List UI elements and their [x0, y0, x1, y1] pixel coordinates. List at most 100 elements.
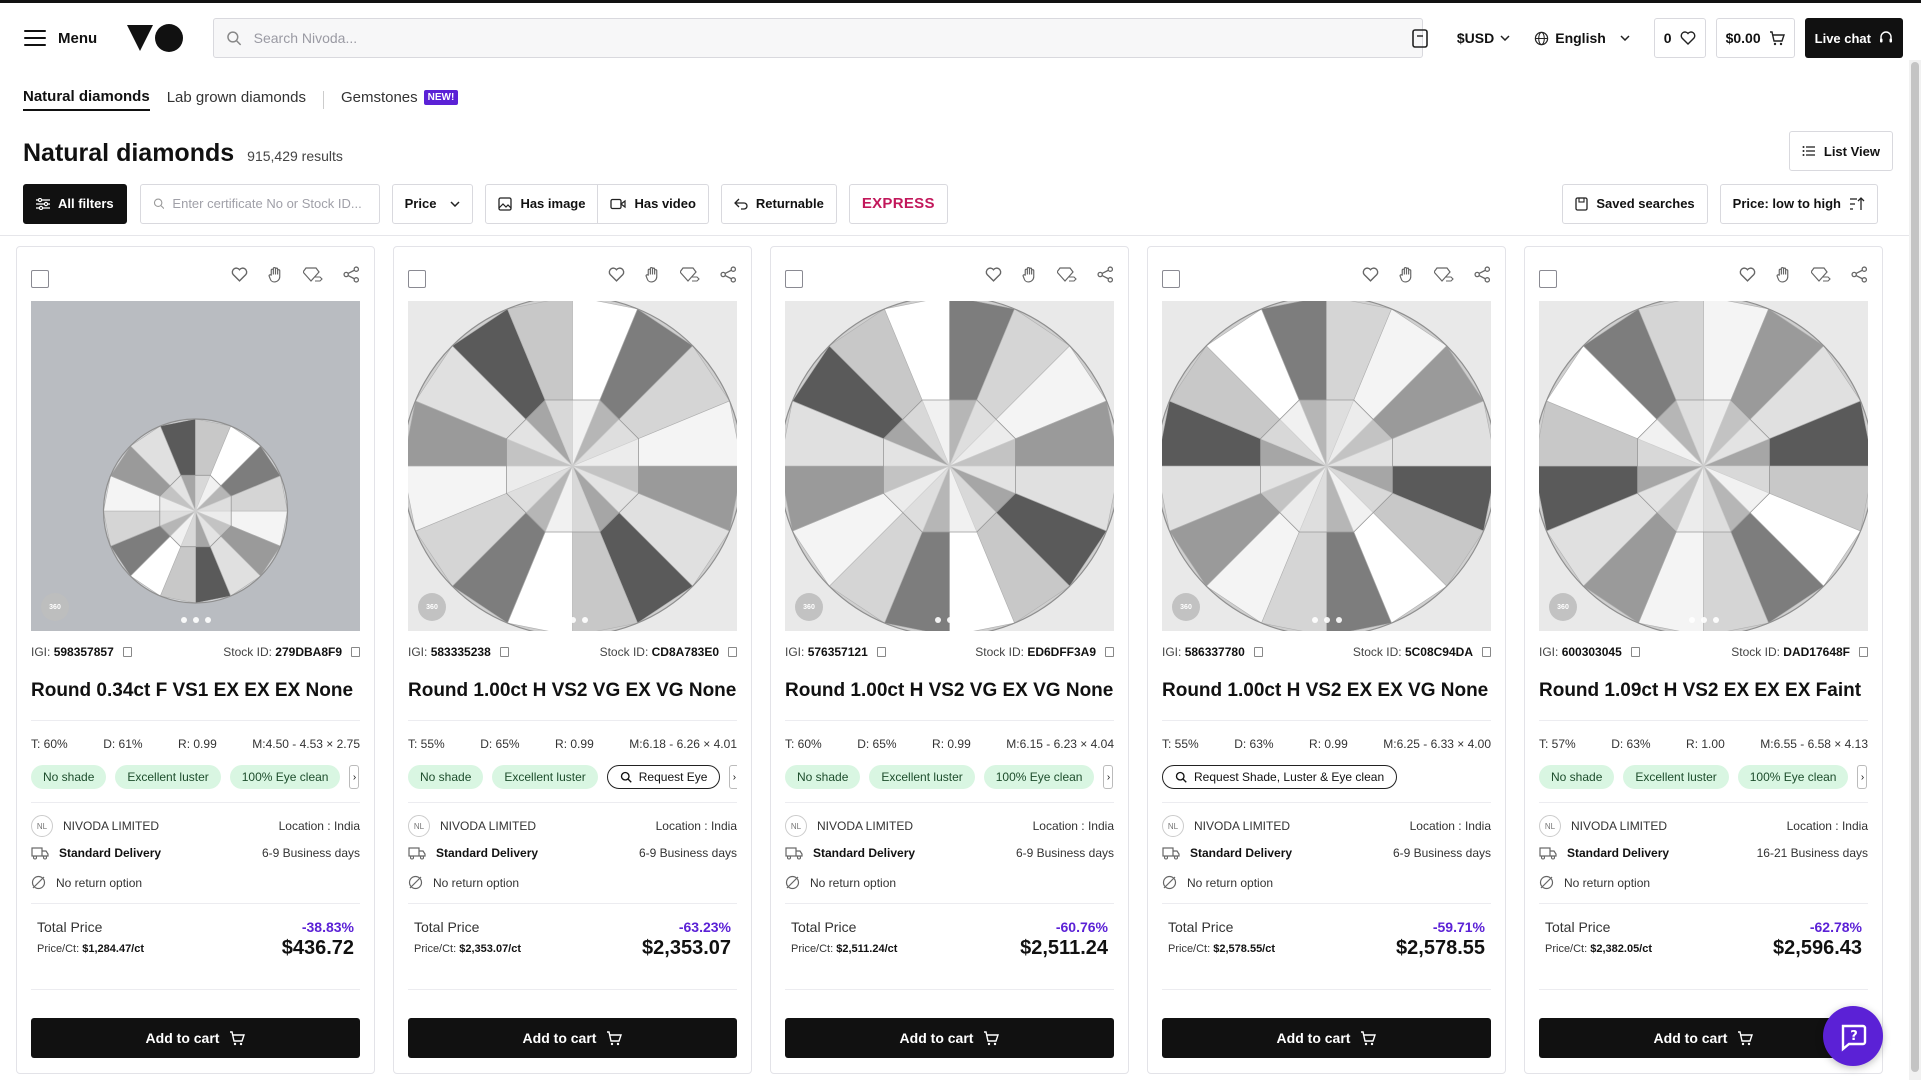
all-filters-button[interactable]: All filters	[23, 183, 127, 224]
hand-hold-icon[interactable]	[1022, 266, 1037, 283]
nivoda-logo[interactable]	[127, 22, 185, 54]
divider	[1539, 802, 1868, 803]
wishlist-button[interactable]: 0	[1653, 18, 1706, 58]
express-filter[interactable]: EXPRESS	[848, 183, 948, 224]
copy-icon[interactable]	[1105, 647, 1114, 657]
diamond-title[interactable]: Round 1.00ct H VS2 VG EX VG None	[785, 680, 1113, 702]
diamond-title[interactable]: Round 1.09ct H VS2 EX EX EX Faint	[1539, 680, 1861, 702]
help-chat-button[interactable]: ?	[1823, 1006, 1883, 1066]
sort-select[interactable]: Price: low to high	[1719, 183, 1878, 224]
has-image-filter[interactable]: Has image	[485, 183, 599, 224]
saved-searches-button[interactable]: Saved searches	[1562, 183, 1708, 224]
diamond-card[interactable]: 360 IGI: 576357121 Stock ID: ED6DFF3A9 R…	[770, 246, 1129, 1074]
diamond-title[interactable]: Round 0.34ct F VS1 EX EX EX None	[31, 680, 353, 702]
diamond-request-icon[interactable]	[1057, 266, 1077, 282]
search-input[interactable]	[253, 30, 1422, 46]
diamond-image[interactable]: 360	[1162, 301, 1491, 631]
tab-lab-grown-diamonds[interactable]: Lab grown diamonds	[167, 89, 306, 110]
copy-icon[interactable]	[728, 647, 737, 657]
list-view-button[interactable]: List View	[1788, 131, 1893, 171]
hand-hold-icon[interactable]	[645, 266, 660, 283]
request-info-chip[interactable]: Request Eye	[606, 765, 721, 789]
heart-icon[interactable]	[1739, 266, 1756, 282]
share-icon[interactable]	[343, 265, 360, 283]
diamond-title[interactable]: Round 1.00ct H VS2 VG EX VG None	[408, 680, 736, 702]
diamond-card[interactable]: 360 IGI: 600303045 Stock ID: DAD17648F R…	[1524, 246, 1883, 1074]
tab-natural-diamonds[interactable]: Natural diamonds	[23, 88, 150, 111]
copy-icon[interactable]	[876, 647, 886, 657]
copy-icon[interactable]	[1630, 647, 1640, 657]
diamond-specs: T: 55% D: 65% R: 0.99 M:6.18 - 6.26 × 4.…	[408, 737, 737, 751]
copy-icon[interactable]	[1859, 647, 1868, 657]
live-chat-button[interactable]: Live chat	[1804, 18, 1903, 58]
diamond-image[interactable]: 360	[1539, 301, 1868, 631]
diamond-request-icon[interactable]	[303, 266, 323, 282]
add-to-cart-button[interactable]: Add to cart	[31, 1018, 360, 1058]
share-icon[interactable]	[720, 265, 737, 283]
price-filter[interactable]: Price	[391, 183, 474, 224]
chevron-right-icon[interactable]: ›	[1857, 765, 1868, 789]
igi-value: 598357857	[53, 645, 114, 659]
heart-icon[interactable]	[1362, 266, 1379, 282]
diamond-image[interactable]: 360	[408, 301, 737, 631]
diamond-image[interactable]: 360	[785, 301, 1114, 631]
compare-checkbox[interactable]	[408, 270, 426, 288]
chevron-right-icon[interactable]: ›	[349, 765, 360, 789]
copy-icon[interactable]	[1482, 647, 1491, 657]
menu-button[interactable]: Menu	[24, 30, 97, 47]
diamond-image[interactable]: 360	[31, 301, 360, 631]
chevron-right-icon[interactable]: ›	[729, 765, 737, 789]
truck-icon	[1539, 847, 1557, 860]
share-icon[interactable]	[1851, 265, 1868, 283]
add-to-cart-button[interactable]: Add to cart	[408, 1018, 737, 1058]
request-info-chip[interactable]: Request Shade, Luster & Eye clean	[1162, 765, 1398, 789]
add-to-cart-button[interactable]: Add to cart	[1162, 1018, 1491, 1058]
hand-hold-icon[interactable]	[268, 266, 283, 283]
currency-select[interactable]: $USD	[1457, 30, 1510, 46]
diamond-card[interactable]: 360 IGI: 586337780 Stock ID: 5C08C94DA R…	[1147, 246, 1506, 1074]
copy-icon[interactable]	[351, 647, 360, 657]
cart-button[interactable]: $0.00	[1715, 18, 1795, 58]
heart-icon[interactable]	[231, 266, 248, 282]
total-price: $2,596.43	[1773, 937, 1862, 959]
compare-checkbox[interactable]	[1539, 270, 1557, 288]
diamond-request-icon[interactable]	[680, 266, 700, 282]
scrollbar-thumb[interactable]	[1911, 62, 1919, 1072]
card-actions	[231, 265, 360, 283]
divider	[1162, 989, 1491, 990]
clipboard-icon[interactable]	[1411, 28, 1429, 48]
share-icon[interactable]	[1474, 265, 1491, 283]
diamond-request-icon[interactable]	[1434, 266, 1454, 282]
delivery-days: 6-9 Business days	[638, 846, 737, 860]
heart-icon[interactable]	[985, 266, 1002, 282]
copy-icon[interactable]	[499, 647, 509, 657]
compare-checkbox[interactable]	[1162, 270, 1180, 288]
add-to-cart-button[interactable]: Add to cart	[785, 1018, 1114, 1058]
price-per-carat-label: Price/Ct:	[791, 942, 834, 955]
search-bar[interactable]	[213, 18, 1423, 58]
return-label: No return option	[433, 875, 520, 890]
returnable-filter[interactable]: Returnable	[720, 183, 837, 224]
certificate-search[interactable]	[139, 183, 380, 224]
divider	[31, 720, 360, 721]
add-to-cart-button[interactable]: Add to cart	[1539, 1018, 1868, 1058]
hand-hold-icon[interactable]	[1399, 266, 1414, 283]
diamond-card[interactable]: 360 IGI: 583335238 Stock ID: CD8A783E0 R…	[393, 246, 752, 1074]
heart-icon[interactable]	[608, 266, 625, 282]
diamond-title[interactable]: Round 1.00ct H VS2 EX EX VG None	[1162, 680, 1488, 702]
diamond-request-icon[interactable]	[1811, 266, 1831, 282]
diamond-card[interactable]: 360 IGI: 598357857 Stock ID: 279DBA8F9 R…	[16, 246, 375, 1074]
certificate-input[interactable]	[172, 196, 367, 211]
compare-checkbox[interactable]	[785, 270, 803, 288]
chevron-right-icon[interactable]: ›	[1103, 765, 1114, 789]
copy-icon[interactable]	[1253, 647, 1263, 657]
copy-icon[interactable]	[122, 647, 132, 657]
compare-checkbox[interactable]	[31, 270, 49, 288]
card-toolbar	[785, 261, 1114, 288]
share-icon[interactable]	[1097, 265, 1114, 283]
divider	[1539, 903, 1868, 904]
language-select[interactable]: English	[1534, 30, 1630, 46]
has-video-filter[interactable]: Has video	[598, 183, 709, 224]
tab-gemstones[interactable]: Gemstones NEW!	[341, 89, 459, 110]
hand-hold-icon[interactable]	[1776, 266, 1791, 283]
